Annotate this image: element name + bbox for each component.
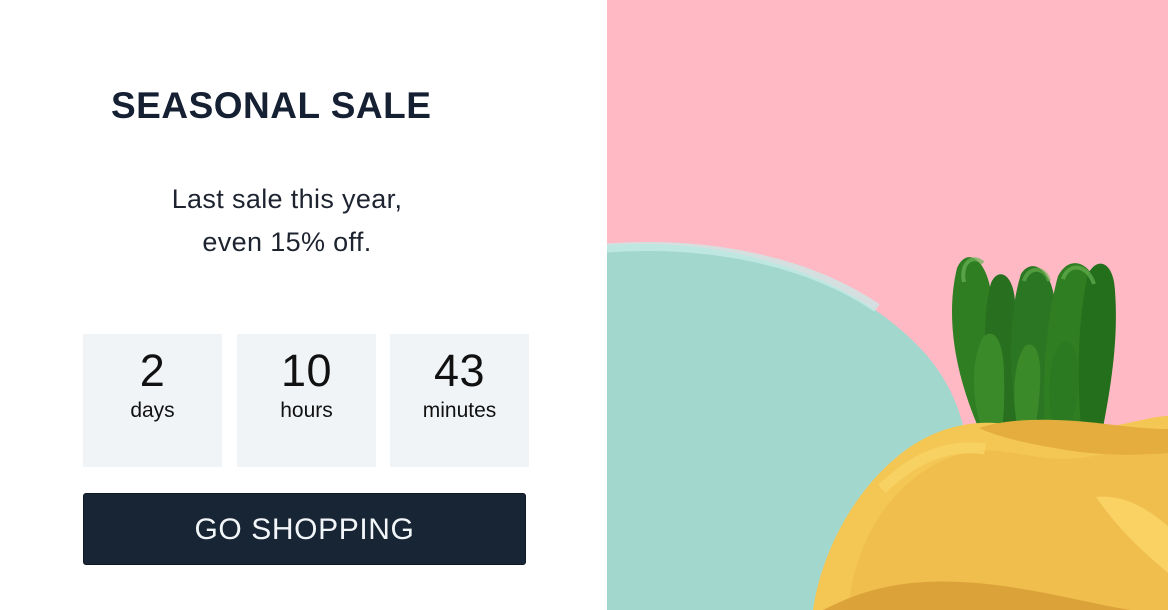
countdown-hours-value: 10: [280, 345, 333, 396]
go-shopping-button[interactable]: GO SHOPPING: [83, 493, 526, 565]
countdown-hours: 10 hours: [237, 334, 376, 467]
succulent-plant: [952, 257, 1116, 438]
potted-succulent-image: [607, 0, 1168, 610]
countdown-minutes-value: 43: [433, 345, 486, 396]
sale-description-line-1: Last sale this year,: [171, 184, 403, 214]
countdown-hours-label: hours: [280, 399, 333, 422]
countdown-days: 2 days: [83, 334, 222, 467]
promo-panel: SEASONAL SALE Last sale this year, even …: [0, 0, 607, 610]
countdown-days-value: 2: [139, 345, 166, 396]
sale-description-line-2: even 15% off.: [202, 227, 372, 257]
seasonal-sale-page: SEASONAL SALE Last sale this year, even …: [0, 0, 1168, 610]
potted-succulent-illustration: [607, 0, 1168, 610]
countdown-days-label: days: [130, 399, 175, 422]
page-title: SEASONAL SALE: [111, 85, 432, 126]
countdown-minutes: 43 minutes: [390, 334, 529, 467]
sale-description: Last sale this year, even 15% off.: [104, 178, 470, 264]
countdown-minutes-label: minutes: [422, 399, 497, 422]
